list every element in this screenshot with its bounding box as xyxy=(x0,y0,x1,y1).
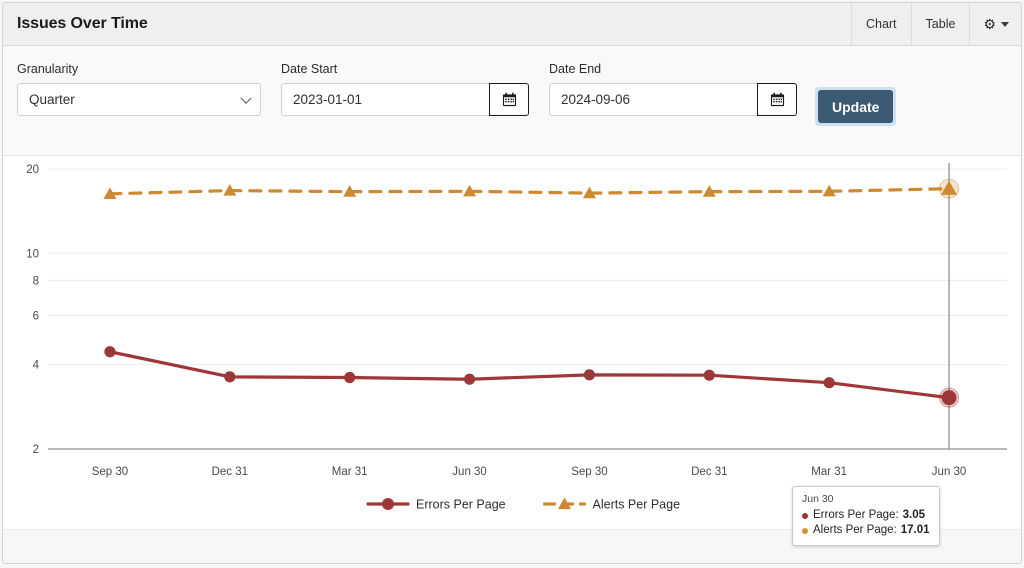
y-axis-tick-label: 8 xyxy=(33,275,39,287)
granularity-value: Quarter xyxy=(29,92,75,107)
gear-icon: ⚙ xyxy=(983,16,996,32)
series-color-dot xyxy=(802,512,808,519)
series-color-dot xyxy=(802,527,808,534)
legend-swatch-marker xyxy=(382,498,394,510)
issues-over-time-panel: Issues Over Time Chart Table ⚙ Granulari… xyxy=(2,2,1022,564)
date-end-calendar-button[interactable] xyxy=(757,83,797,116)
page-title: Issues Over Time xyxy=(17,15,148,32)
issues-line-chart[interactable]: 2 4 6 8 10 20 Sep 30 Dec 31 Mar 31 Jun 30 Sep 30 De… xyxy=(3,156,1021,529)
calendar-icon xyxy=(770,92,784,107)
settings-menu-button[interactable]: ⚙ xyxy=(969,3,1021,45)
tooltip-row-errors: Errors Per Page: 3.05 xyxy=(802,508,930,523)
granularity-label: Granularity xyxy=(17,62,79,76)
data-point-marker[interactable] xyxy=(941,390,957,406)
x-axis-tick-label: Jun 30 xyxy=(932,466,967,478)
x-axis-tick-label: Sep 30 xyxy=(92,466,128,478)
chevron-down-icon xyxy=(1001,21,1009,27)
x-axis-tick-label: Mar 31 xyxy=(811,466,847,478)
update-focus-ring: Update xyxy=(815,87,897,126)
x-axis-tick-label: Sep 30 xyxy=(571,466,607,478)
app-root: Issues Over Time Chart Table ⚙ Granulari… xyxy=(0,0,1024,568)
x-axis-tick-label: Dec 31 xyxy=(691,466,727,478)
filter-controls: Granularity Quarter Date Start 2023-01-0… xyxy=(3,46,1021,156)
data-point-marker[interactable] xyxy=(583,369,596,381)
date-end-field: Date End 2024-09-06 xyxy=(549,62,797,116)
date-end-label: Date End xyxy=(549,62,602,76)
y-axis-tick-label: 2 xyxy=(33,444,39,456)
tab-chart[interactable]: Chart xyxy=(850,3,911,45)
date-start-input[interactable]: 2023-01-01 xyxy=(281,83,489,116)
x-axis-tick-label: Jun 30 xyxy=(452,466,487,478)
date-start-field: Date Start 2023-01-01 xyxy=(281,62,529,116)
y-axis-tick-label: 4 xyxy=(33,360,40,372)
tooltip-errors-label: Errors Per Page: xyxy=(813,509,899,521)
data-point-marker[interactable] xyxy=(344,371,356,384)
data-point-marker[interactable] xyxy=(463,373,476,385)
chevron-down-icon xyxy=(240,92,252,104)
legend-label[interactable]: Errors Per Page xyxy=(416,498,506,512)
data-point-marker[interactable] xyxy=(823,377,835,389)
tooltip-alerts-value: 17.01 xyxy=(900,524,930,536)
calendar-icon xyxy=(502,92,516,107)
x-axis-tick-label: Mar 31 xyxy=(332,466,368,478)
date-end-input[interactable]: 2024-09-06 xyxy=(549,83,757,116)
legend-label[interactable]: Alerts Per Page xyxy=(593,498,681,512)
header-tabs: Chart Table ⚙ xyxy=(850,3,1021,45)
panel-header: Issues Over Time Chart Table ⚙ xyxy=(3,3,1021,46)
chart-tooltip: Jun 30 Errors Per Page: 3.05 Alerts Per … xyxy=(792,486,940,546)
y-axis-tick-label: 20 xyxy=(26,164,39,176)
y-axis-tick-label: 10 xyxy=(26,248,39,260)
date-start-label: Date Start xyxy=(281,62,338,76)
tab-table[interactable]: Table xyxy=(910,3,970,45)
series-line xyxy=(108,187,951,196)
date-start-calendar-button[interactable] xyxy=(489,83,529,116)
tooltip-row-alerts: Alerts Per Page: 17.01 xyxy=(802,523,930,538)
x-axis-tick-label: Dec 31 xyxy=(212,466,248,478)
data-point-marker[interactable] xyxy=(703,369,715,381)
update-button[interactable]: Update xyxy=(818,90,894,123)
update-field: Update xyxy=(807,62,897,126)
y-axis-tick-label: 6 xyxy=(33,310,39,322)
granularity-select[interactable]: Quarter xyxy=(17,83,261,116)
chart-area: 2 4 6 8 10 20 Sep 30 Dec 31 Mar 31 Jun 30 Sep 30 De… xyxy=(3,156,1021,546)
data-point-marker[interactable] xyxy=(104,346,116,358)
series-line xyxy=(108,350,951,400)
tooltip-alerts-label: Alerts Per Page: xyxy=(813,524,897,536)
tooltip-errors-value: 3.05 xyxy=(902,509,926,521)
tooltip-date: Jun 30 xyxy=(802,493,834,505)
data-point-marker[interactable] xyxy=(224,371,236,383)
granularity-field: Granularity Quarter xyxy=(17,62,261,116)
